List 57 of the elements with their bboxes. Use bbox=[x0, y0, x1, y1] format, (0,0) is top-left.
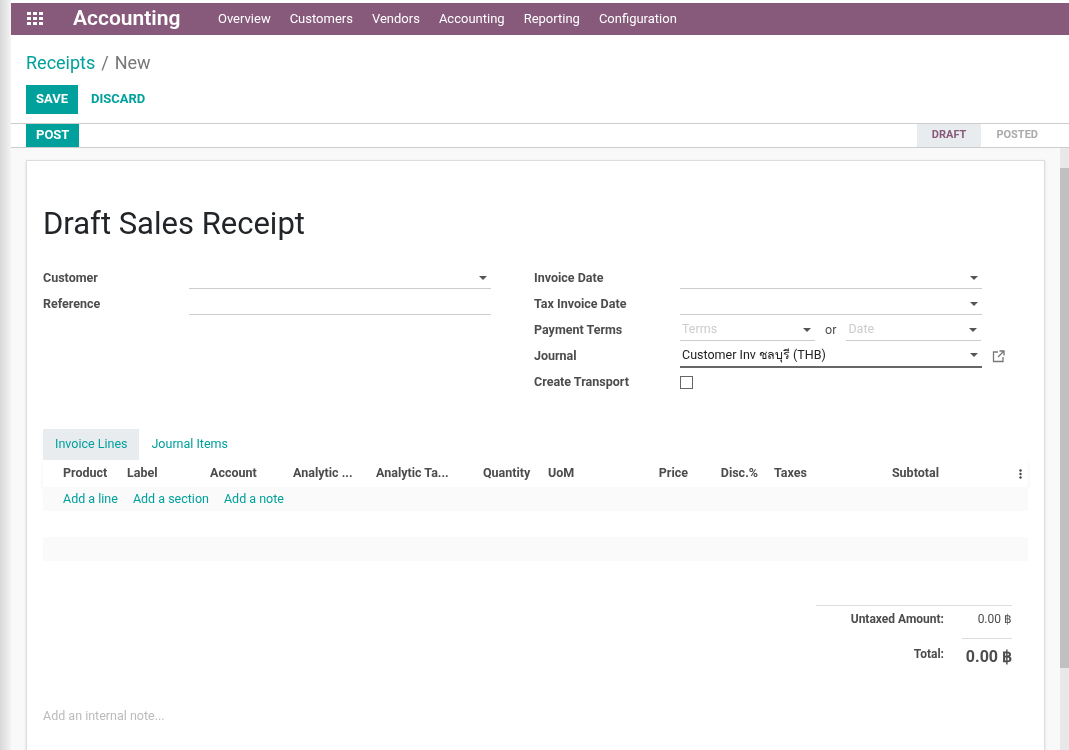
status-stage[interactable]: DRAFT bbox=[916, 123, 982, 147]
post-button[interactable]: POST bbox=[26, 123, 80, 147]
scrollbar-thumb[interactable] bbox=[1060, 167, 1069, 668]
checkbox[interactable] bbox=[680, 375, 693, 389]
menu-item[interactable]: Configuration bbox=[589, 9, 687, 29]
column-header[interactable]: Account bbox=[210, 464, 293, 483]
menu-item[interactable]: Vendors bbox=[362, 9, 430, 29]
journal-dropdown[interactable]: Customer Inv ชลบุรี (THB) bbox=[680, 344, 982, 368]
untaxed-amount-label: Untaxed Amount: bbox=[850, 611, 944, 628]
column-options-icon[interactable] bbox=[1019, 468, 1022, 479]
column-header[interactable]: UoM bbox=[548, 464, 618, 483]
column-header[interactable]: Quantity bbox=[483, 464, 548, 483]
menu-item[interactable]: Reporting bbox=[514, 9, 590, 29]
add-line-link[interactable]: Add a section bbox=[132, 489, 209, 509]
field-label: Journal bbox=[534, 346, 578, 365]
column-header[interactable]: Analytic Ta... bbox=[376, 464, 483, 483]
caret-icon bbox=[969, 327, 978, 332]
caret-icon bbox=[479, 275, 487, 280]
field-label: Customer bbox=[43, 268, 99, 287]
field-label: Reference bbox=[43, 294, 102, 313]
total-value: 0.00 ฿ bbox=[962, 638, 1012, 669]
scrollbar[interactable] bbox=[1060, 147, 1069, 750]
apps-menu-icon[interactable] bbox=[27, 12, 43, 26]
column-header[interactable]: Subtotal bbox=[824, 464, 939, 483]
tab[interactable]: Invoice Lines bbox=[43, 429, 140, 460]
tab[interactable]: Journal Items bbox=[139, 429, 240, 460]
or-label: or bbox=[825, 320, 837, 339]
add-line-link[interactable]: Add a line bbox=[63, 489, 118, 509]
menu-item[interactable]: Overview bbox=[208, 9, 281, 29]
journal-value: Customer Inv ชลบุรี (THB) bbox=[682, 345, 826, 365]
field-label: Create Transport bbox=[534, 372, 630, 391]
column-header[interactable]: Price bbox=[618, 464, 688, 483]
field-label: Payment Terms bbox=[534, 320, 624, 339]
caret-icon bbox=[970, 301, 978, 306]
menu-item[interactable]: Customers bbox=[280, 9, 363, 29]
discard-button[interactable]: DISCARD bbox=[80, 84, 157, 114]
caret-icon bbox=[970, 275, 978, 280]
form-title: Draft Sales Receipt bbox=[43, 203, 306, 244]
caret-icon bbox=[803, 327, 811, 332]
column-header[interactable]: Product bbox=[43, 464, 127, 483]
column-header[interactable]: Label bbox=[127, 464, 210, 483]
breadcrumb-link[interactable]: Receipts bbox=[26, 48, 96, 76]
untaxed-amount-value: 0.00 ฿ bbox=[976, 611, 1012, 628]
caret-icon bbox=[970, 353, 978, 357]
column-header[interactable]: Analytic ... bbox=[293, 464, 376, 483]
column-header[interactable]: Taxes bbox=[758, 464, 824, 483]
external-link-icon[interactable] bbox=[992, 349, 1005, 363]
total-label: Total: bbox=[913, 645, 944, 663]
add-line-link[interactable]: Add a note bbox=[223, 489, 284, 509]
breadcrumb-separator: / bbox=[101, 50, 109, 75]
breadcrumb-current: New bbox=[114, 50, 151, 75]
field-label: Tax Invoice Date bbox=[534, 294, 628, 313]
column-header[interactable]: Disc.% bbox=[688, 464, 758, 483]
menu-item[interactable]: Accounting bbox=[429, 9, 515, 29]
save-button[interactable]: SAVE bbox=[26, 84, 79, 114]
field-label: Invoice Date bbox=[534, 268, 605, 287]
app-title: Accounting bbox=[73, 5, 181, 32]
